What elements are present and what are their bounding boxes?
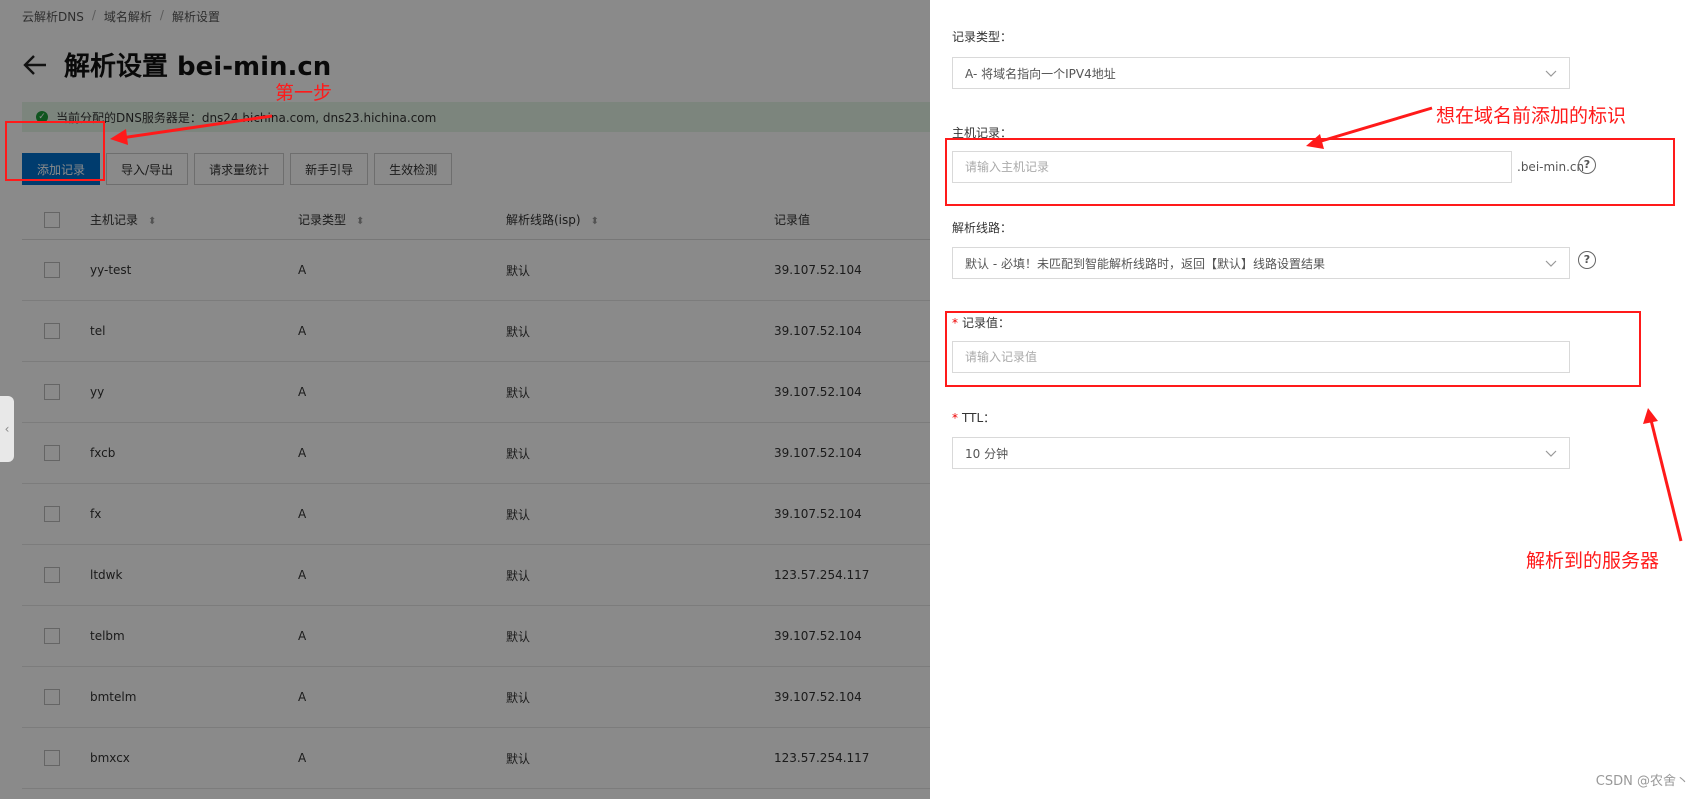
annotation-value-note: 解析到的服务器: [1526, 550, 1660, 572]
annotation-box-add-button: [5, 121, 105, 181]
resolve-line-value: 默认 - 必填！未匹配到智能解析线路时，返回【默认】线路设置结果: [965, 256, 1325, 271]
help-icon[interactable]: ?: [1578, 251, 1596, 269]
chevron-down-icon: [1545, 70, 1557, 77]
chevron-down-icon: [1545, 450, 1557, 457]
watermark: CSDN @农舍丶: [1595, 774, 1689, 789]
ttl-select[interactable]: 10 分钟: [952, 437, 1570, 469]
required-mark: *: [952, 411, 958, 425]
modal-overlay[interactable]: [0, 0, 930, 799]
collapse-tab[interactable]: ‹: [0, 396, 14, 462]
annotation-box-host-record: [945, 138, 1675, 206]
annotation-box-record-value: [945, 311, 1641, 387]
annotation-host-note: 想在域名前添加的标识: [1436, 105, 1627, 127]
chevron-left-icon: ‹: [4, 422, 10, 436]
ttl-value: 10 分钟: [965, 446, 1009, 461]
ttl-label: * TTL：: [952, 411, 996, 425]
record-type-select[interactable]: A- 将域名指向一个IPV4地址: [952, 57, 1570, 89]
annotation-step1: 第一步: [275, 82, 333, 104]
resolve-line-select[interactable]: 默认 - 必填！未匹配到智能解析线路时，返回【默认】线路设置结果: [952, 247, 1570, 279]
record-type-label: 记录类型：: [952, 30, 1013, 44]
chevron-down-icon: [1545, 260, 1557, 267]
resolve-line-label: 解析线路：: [952, 221, 1013, 235]
record-type-value: A- 将域名指向一个IPV4地址: [965, 66, 1116, 81]
